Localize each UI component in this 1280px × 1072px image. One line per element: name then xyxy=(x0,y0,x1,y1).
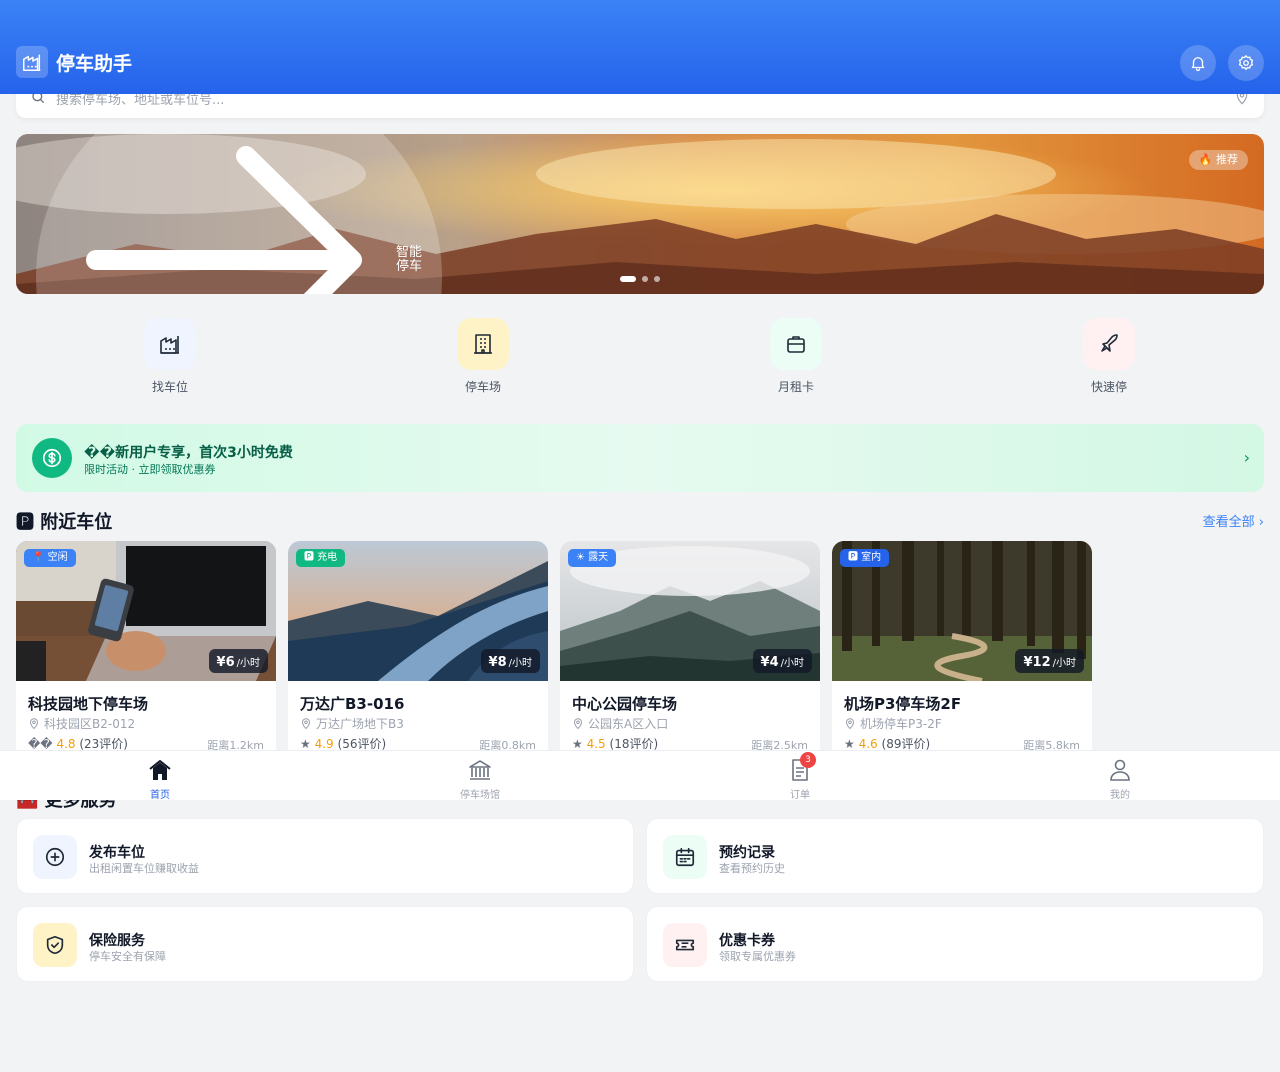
location-pin-icon xyxy=(29,718,39,730)
briefcase-icon xyxy=(770,318,822,370)
quick-action-monthly-card[interactable]: 月租卡 xyxy=(756,318,836,395)
shield-check-icon xyxy=(33,923,77,967)
app-title: 停车助手 xyxy=(56,52,133,75)
service-title: 预约记录 xyxy=(719,845,775,861)
quick-action-quick-park[interactable]: 快速停 xyxy=(1069,318,1149,395)
card-image: ☀ 露天 ¥4/小时 xyxy=(560,541,820,681)
card-price: ¥12/小时 xyxy=(1015,649,1084,673)
tab-label: 首页 xyxy=(150,790,170,801)
settings-button[interactable] xyxy=(1228,45,1264,81)
parking-building-icon xyxy=(144,318,196,370)
tab-home[interactable]: 首页 xyxy=(0,751,320,801)
parking-card[interactable]: 📍 空闲 ¥6/小时 科技园地下停车场 科技园区B2-012 �� 4.8 (2… xyxy=(16,541,276,761)
card-title: 中心公园停车场 xyxy=(572,695,678,713)
dollar-icon xyxy=(32,438,72,478)
card-badge: 🅿 充电 xyxy=(296,549,346,567)
quick-action-label: 快速停 xyxy=(1090,380,1127,394)
parking-card[interactable]: 🅿 充电 ¥8/小时 万达广B3-016 万达广场地下B3 ★ 4.9 (56评… xyxy=(288,541,548,761)
card-location: 公园东A区入口 xyxy=(572,715,668,732)
bottom-tab-bar: 首页 停车场馆 订单 我的 3 xyxy=(0,750,1280,801)
promo-card[interactable]: ��新用户专享，首次3小时免费 限时活动 · 立即领取优惠券 › xyxy=(16,424,1264,492)
arrow-right-icon xyxy=(86,146,362,294)
card-badge: 🅿 室内 xyxy=(840,549,890,567)
tab-label: 停车场馆 xyxy=(460,790,500,801)
location-pin-icon xyxy=(301,718,311,730)
service-bookings[interactable]: 预约记录 查看预约历史 xyxy=(646,818,1264,894)
promo-subtitle: 限时活动 · 立即领取优惠券 xyxy=(84,463,216,476)
location-pin-icon xyxy=(845,718,855,730)
quick-action-label: 月租卡 xyxy=(777,380,814,394)
parking-building-icon xyxy=(16,46,48,78)
card-badge: 📍 空闲 xyxy=(24,549,76,567)
card-price: ¥4/小时 xyxy=(752,649,812,673)
home-icon xyxy=(149,760,171,780)
card-title: 万达广B3-016 xyxy=(300,695,405,713)
card-image: 📍 空闲 ¥6/小时 xyxy=(16,541,276,681)
section-title-nearby: 🅿 附近车位 xyxy=(16,512,113,533)
service-subtitle: 查看预约历史 xyxy=(719,862,785,875)
app-header: 停车助手 xyxy=(0,0,1280,94)
building-icon xyxy=(457,318,509,370)
promo-title: ��新用户专享，首次3小时免费 xyxy=(84,445,293,461)
banner-caption: 智能停车 xyxy=(396,245,423,274)
tab-label: 订单 xyxy=(790,790,810,801)
promo-banner[interactable]: 智能停车 🔥 推荐 xyxy=(16,134,1264,294)
card-title: 科技园地下停车场 xyxy=(28,695,149,713)
carousel-dot[interactable] xyxy=(654,276,660,282)
service-title: 优惠卡券 xyxy=(719,933,775,949)
bell-icon xyxy=(1191,57,1205,72)
service-title: 保险服务 xyxy=(89,933,145,949)
orders-badge: 3 xyxy=(800,752,816,768)
quick-action-find-spot[interactable]: 找车位 xyxy=(130,318,210,395)
card-location: 科技园区B2-012 xyxy=(28,715,135,732)
card-image: 🅿 充电 ¥8/小时 xyxy=(288,541,548,681)
tab-label: 我的 xyxy=(1110,790,1130,801)
service-coupons[interactable]: 优惠卡券 领取专属优惠券 xyxy=(646,906,1264,982)
card-price: ¥8/小时 xyxy=(480,649,540,673)
gear-icon xyxy=(1238,54,1254,71)
view-all-link[interactable]: 查看全部 › xyxy=(1203,511,1264,530)
ticket-icon xyxy=(663,923,707,967)
carousel-dot[interactable] xyxy=(620,276,636,282)
card-title: 机场P3停车场2F xyxy=(844,695,962,713)
service-title: 发布车位 xyxy=(89,845,145,861)
card-location: 万达广场地下B3 xyxy=(300,715,404,732)
chevron-right-icon: › xyxy=(1243,448,1250,467)
notification-button[interactable] xyxy=(1180,45,1216,81)
carousel-dot[interactable] xyxy=(642,276,648,282)
banner-tag: 🔥 推荐 xyxy=(1188,150,1248,170)
brand[interactable]: 停车助手 xyxy=(16,46,132,78)
rocket-icon xyxy=(1083,318,1135,370)
parking-card[interactable]: 🅿 室内 ¥12/小时 机场P3停车场2F 机场停车P3-2F ★ 4.6 (8… xyxy=(832,541,1092,761)
tab-venues[interactable]: 停车场馆 xyxy=(320,751,640,801)
quick-action-label: 停车场 xyxy=(464,380,501,394)
user-icon xyxy=(1110,759,1130,781)
calendar-icon xyxy=(663,835,707,879)
tab-profile[interactable]: 我的 xyxy=(960,751,1280,801)
card-image: 🅿 室内 ¥12/小时 xyxy=(832,541,1092,681)
service-subtitle: 停车安全有保障 xyxy=(89,950,166,963)
bank-icon xyxy=(469,760,491,780)
location-pin-icon xyxy=(573,718,583,730)
card-location: 机场停车P3-2F xyxy=(844,715,942,732)
card-badge: ☀ 露天 xyxy=(568,549,617,567)
service-insurance[interactable]: 保险服务 停车安全有保障 xyxy=(16,906,634,982)
parking-card[interactable]: ☀ 露天 ¥4/小时 中心公园停车场 公园东A区入口 ★ 4.5 (18评价) … xyxy=(560,541,820,761)
service-subtitle: 领取专属优惠券 xyxy=(719,950,796,963)
plus-circle-icon xyxy=(33,835,77,879)
quick-action-label: 找车位 xyxy=(151,380,188,394)
quick-action-parking-lots[interactable]: 停车场 xyxy=(443,318,523,395)
service-subtitle: 出租闲置车位赚取收益 xyxy=(89,862,199,875)
carousel-indicator[interactable] xyxy=(620,276,660,282)
service-publish-spot[interactable]: 发布车位 出租闲置车位赚取收益 xyxy=(16,818,634,894)
card-price: ¥6/小时 xyxy=(208,649,268,673)
